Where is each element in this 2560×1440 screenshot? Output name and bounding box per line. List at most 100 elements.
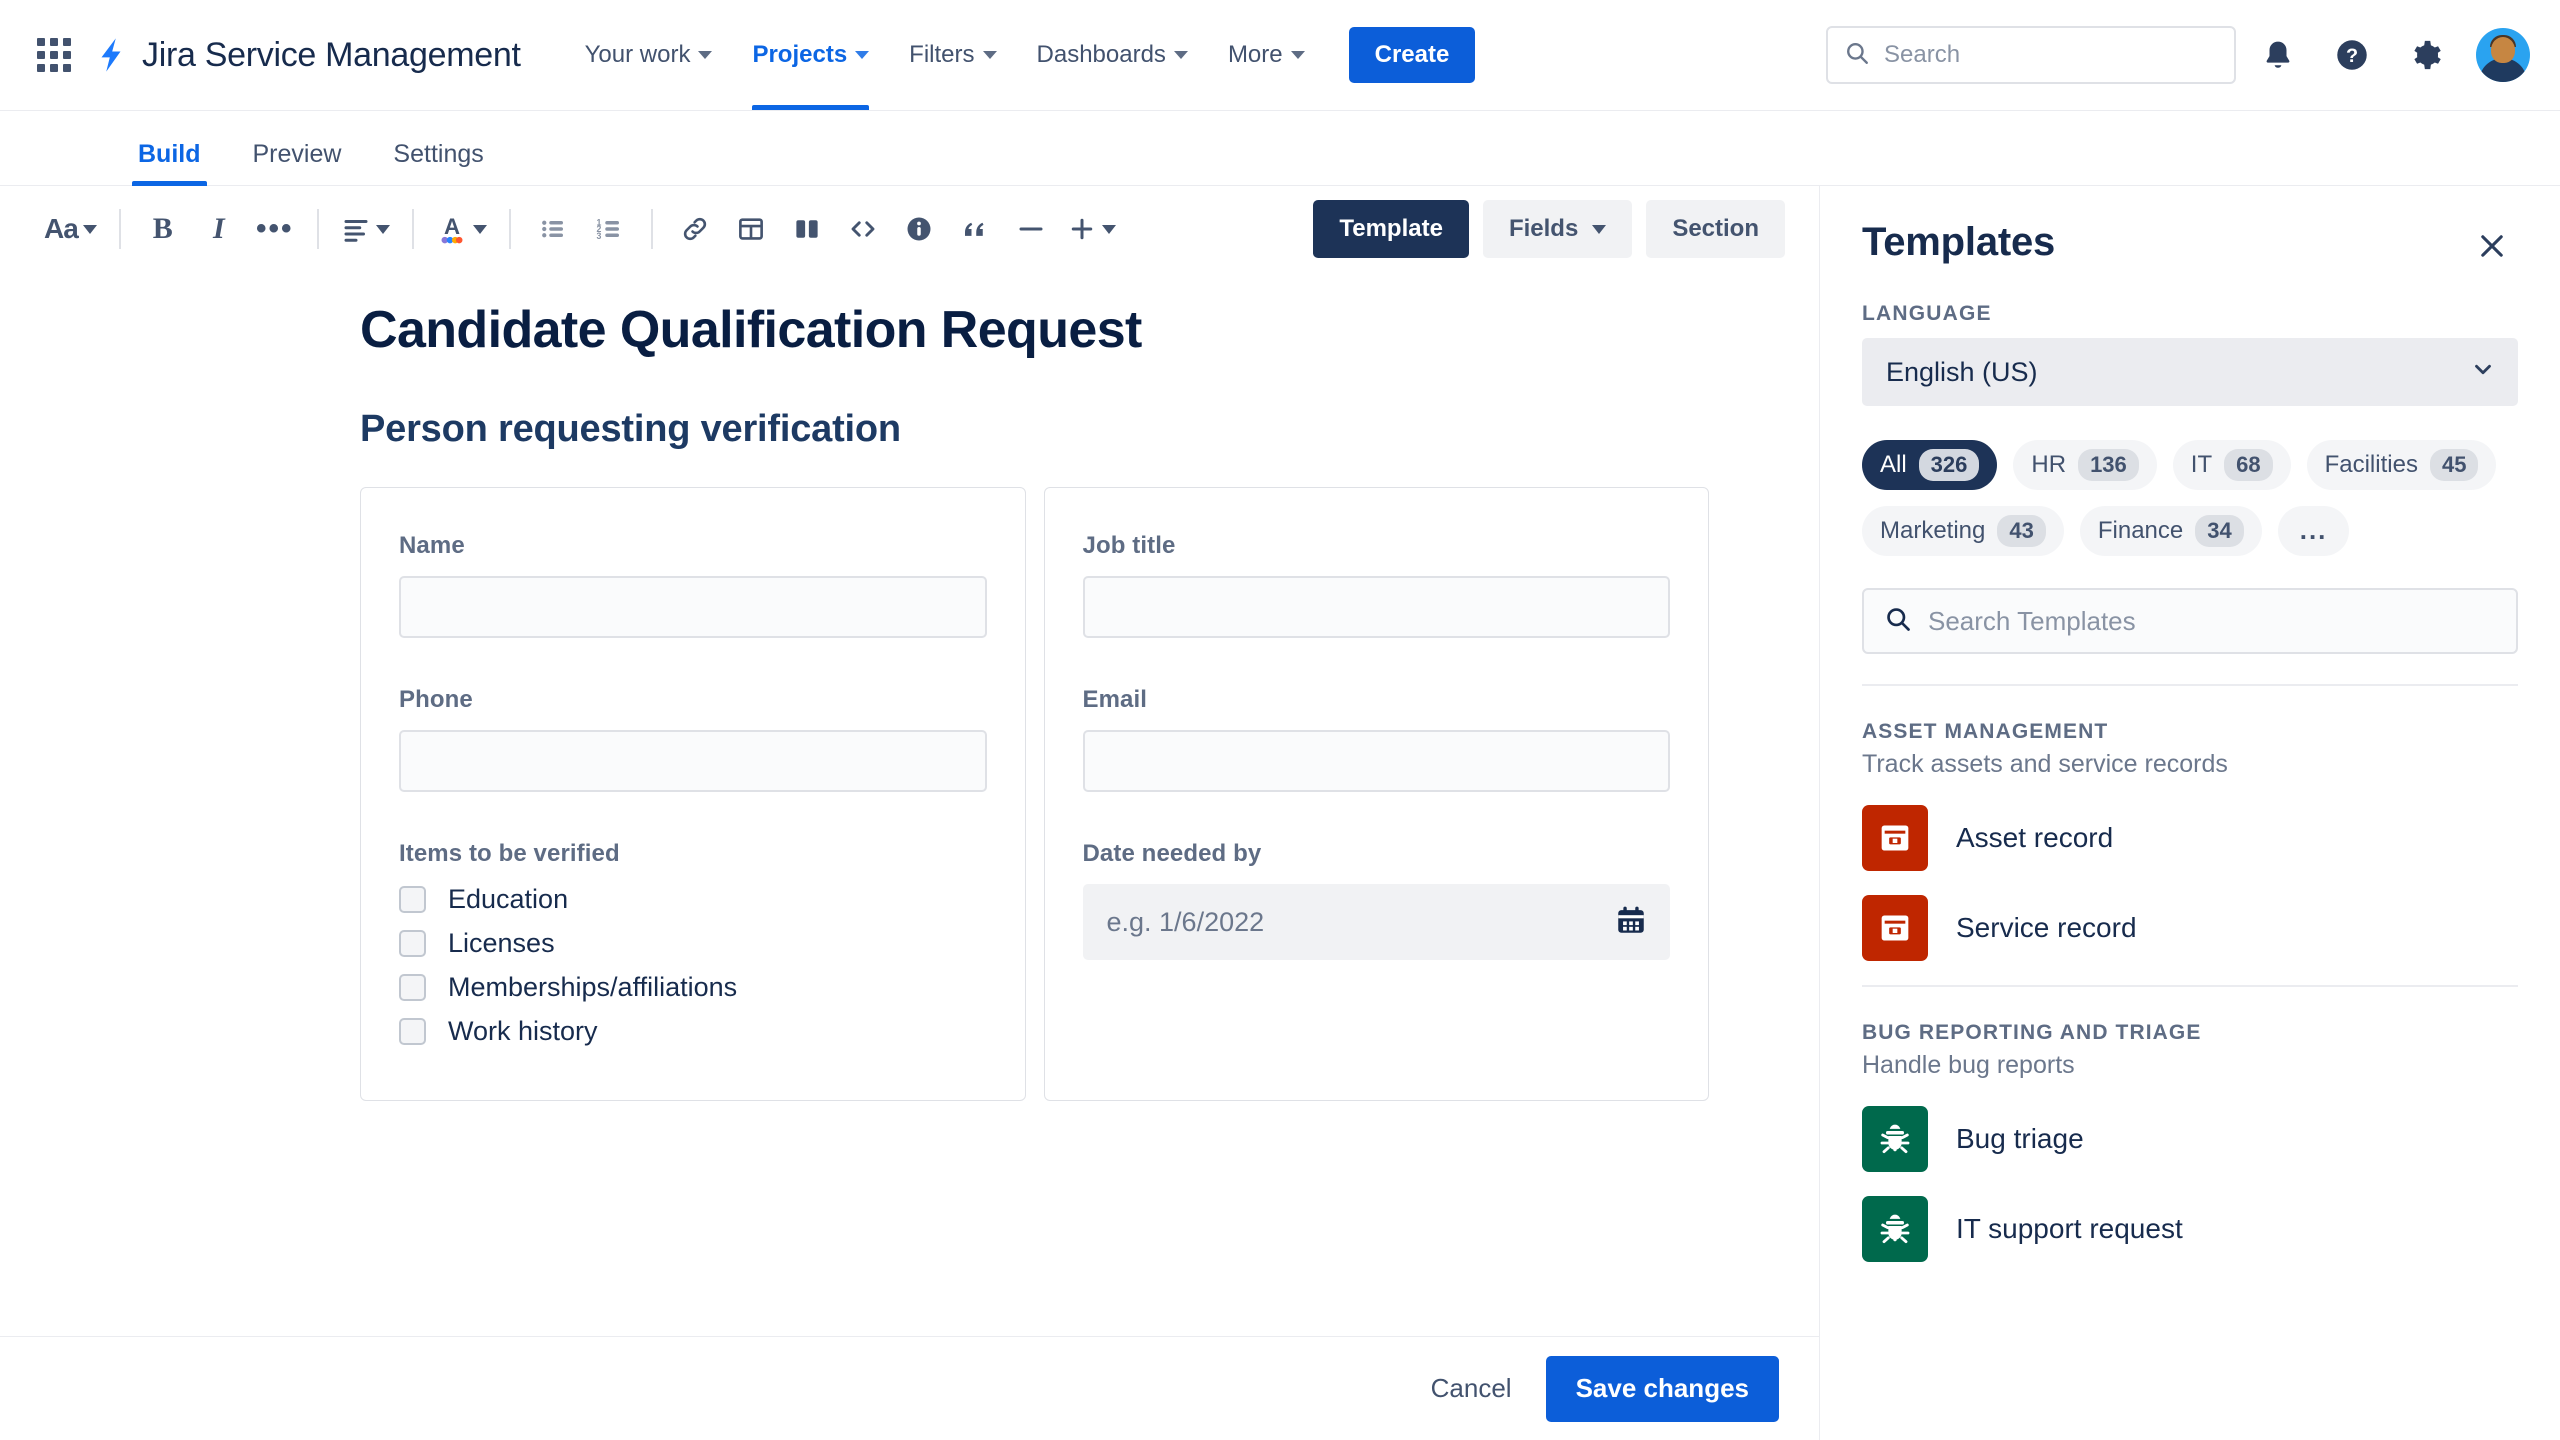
chip-label: All	[1880, 451, 1907, 478]
checkbox-row-licenses[interactable]: Licenses	[399, 928, 987, 959]
template-item-label: IT support request	[1956, 1213, 2183, 1244]
chevron-down-icon	[855, 51, 870, 59]
template-group-subtitle: Track assets and service records	[1862, 750, 2228, 778]
tab-build[interactable]: Build	[132, 140, 207, 186]
nav-item-more[interactable]: More	[1210, 0, 1323, 110]
checkbox-row-education[interactable]: Education	[399, 884, 987, 915]
cancel-button[interactable]: Cancel	[1409, 1358, 1534, 1420]
product-home-link[interactable]: Jira Service Management	[92, 36, 521, 75]
chevron-down-icon	[472, 224, 487, 234]
nav-item-your-work[interactable]: Your work	[567, 0, 731, 110]
language-label: LANGUAGE	[1862, 302, 1992, 325]
mode-section-button[interactable]: Section	[1646, 200, 1785, 258]
text-color-icon[interactable]: A	[428, 201, 495, 257]
template-item-it-support-request[interactable]: IT support request	[1862, 1196, 2518, 1262]
chevron-down-icon	[1290, 51, 1305, 59]
job-title-input[interactable]	[1082, 576, 1670, 638]
template-item-label: Asset record	[1956, 822, 2114, 853]
product-name: Jira Service Management	[142, 35, 521, 74]
page-title[interactable]: Candidate Qualification Request	[360, 300, 1709, 360]
layout-columns-icon[interactable]	[779, 201, 835, 257]
checkbox-icon[interactable]	[399, 974, 426, 1001]
help-question-icon[interactable]: ?	[2320, 23, 2384, 87]
email-input[interactable]	[1082, 730, 1670, 792]
text-align-icon[interactable]	[333, 201, 398, 257]
date-needed-by-input[interactable]: e.g. 1/6/2022	[1082, 884, 1670, 960]
chevron-down-icon	[2470, 356, 2496, 389]
table-icon[interactable]	[723, 201, 779, 257]
calendar-icon[interactable]	[1614, 903, 1648, 942]
nav-item-filters[interactable]: Filters	[891, 0, 1014, 110]
chevron-down-icon	[982, 51, 997, 59]
template-group-subtitle: Handle bug reports	[1862, 1051, 2075, 1079]
notifications-bell-icon[interactable]	[2246, 23, 2310, 87]
name-input[interactable]	[399, 576, 987, 638]
template-item-service-record[interactable]: Service record	[1862, 895, 2518, 961]
chip-count: 68	[2224, 449, 2273, 481]
mode-fields-button[interactable]: Fields	[1482, 200, 1633, 258]
text-style-icon[interactable]: Aa	[36, 201, 105, 257]
tab-preview[interactable]: Preview	[247, 140, 348, 185]
chip-label: Finance	[2097, 517, 2184, 544]
tab-settings[interactable]: Settings	[387, 140, 489, 185]
checkbox-group-label: Items to be verified	[399, 840, 620, 867]
template-item-label: Bug triage	[1956, 1123, 2084, 1154]
nav-item-projects[interactable]: Projects	[734, 0, 887, 110]
checkbox-icon[interactable]	[399, 886, 426, 913]
close-icon[interactable]	[2466, 220, 2518, 272]
language-selected-value: English (US)	[1886, 356, 2038, 387]
avatar[interactable]	[2476, 28, 2530, 82]
toolbar-divider	[118, 209, 121, 249]
chip-count: 326	[1918, 449, 1980, 481]
link-icon[interactable]	[667, 201, 723, 257]
checkbox-row-memberships[interactable]: Memberships/affiliations	[399, 972, 987, 1003]
chip-facilities[interactable]: Facilities 45	[2306, 440, 2497, 490]
editor-footer: Cancel Save changes	[0, 1336, 1819, 1440]
templates-search-input[interactable]: Search Templates	[1862, 588, 2518, 654]
editor-mode-buttons: Template Fields Section	[1313, 200, 1795, 258]
bullet-list-icon[interactable]	[525, 201, 581, 257]
chip-finance[interactable]: Finance 34	[2079, 506, 2262, 556]
checkbox-icon[interactable]	[399, 930, 426, 957]
checkbox-row-work-history[interactable]: Work history	[399, 1016, 987, 1047]
template-item-asset-record[interactable]: Asset record	[1862, 805, 2518, 871]
chip-it[interactable]: IT 68	[2172, 440, 2291, 490]
create-button[interactable]: Create	[1348, 27, 1476, 83]
nav-item-dashboards[interactable]: Dashboards	[1019, 0, 1206, 110]
italic-icon[interactable]: I	[191, 201, 247, 257]
chip-more-categories[interactable]: ...	[2277, 506, 2350, 556]
form-canvas[interactable]: Candidate Qualification Request Person r…	[0, 272, 1819, 1336]
category-filter-chips: All 326 HR 136 IT 68 Facilities 45 Marke…	[1862, 440, 2518, 556]
code-icon[interactable]	[835, 201, 891, 257]
asset-box-icon	[1862, 895, 1928, 961]
chip-count: 34	[2195, 515, 2244, 547]
quote-icon[interactable]	[947, 201, 1003, 257]
chip-all[interactable]: All 326	[1862, 440, 1998, 490]
asset-box-icon	[1862, 805, 1928, 871]
language-select[interactable]: English (US)	[1862, 338, 2518, 406]
chip-hr[interactable]: HR 136	[2013, 440, 2157, 490]
editor-toolbar: Aa B I ••• A 1 2 3 Template Fields Secti…	[0, 186, 1819, 272]
section-heading[interactable]: Person requesting verification	[360, 408, 1709, 451]
primary-nav-items: Your work Projects Filters Dashboards Mo…	[567, 0, 1323, 110]
numbered-list-icon[interactable]: 1 2 3	[581, 201, 637, 257]
insert-plus-icon[interactable]	[1059, 201, 1124, 257]
template-item-bug-triage[interactable]: Bug triage	[1862, 1106, 2518, 1172]
horizontal-rule-icon[interactable]	[1003, 201, 1059, 257]
chip-marketing[interactable]: Marketing 43	[1862, 506, 2064, 556]
more-formatting-icon[interactable]: •••	[247, 201, 303, 257]
nav-item-label: Your work	[584, 41, 691, 68]
global-search-input[interactable]: Search	[1826, 26, 2236, 84]
info-panel-icon[interactable]	[891, 201, 947, 257]
app-switcher-icon[interactable]	[32, 33, 76, 77]
settings-gear-icon[interactable]	[2394, 23, 2458, 87]
checkbox-icon[interactable]	[399, 1018, 426, 1045]
field-items-to-be-verified: Items to be verified Education Licenses	[399, 840, 987, 1047]
bold-icon[interactable]: B	[135, 201, 191, 257]
phone-input[interactable]	[399, 730, 987, 792]
template-group-title: ASSET MANAGEMENT	[1862, 720, 2109, 743]
mode-template-button[interactable]: Template	[1313, 200, 1469, 258]
save-changes-button[interactable]: Save changes	[1545, 1355, 1779, 1422]
mode-fields-label: Fields	[1508, 215, 1579, 242]
chip-count: 45	[2429, 449, 2479, 481]
